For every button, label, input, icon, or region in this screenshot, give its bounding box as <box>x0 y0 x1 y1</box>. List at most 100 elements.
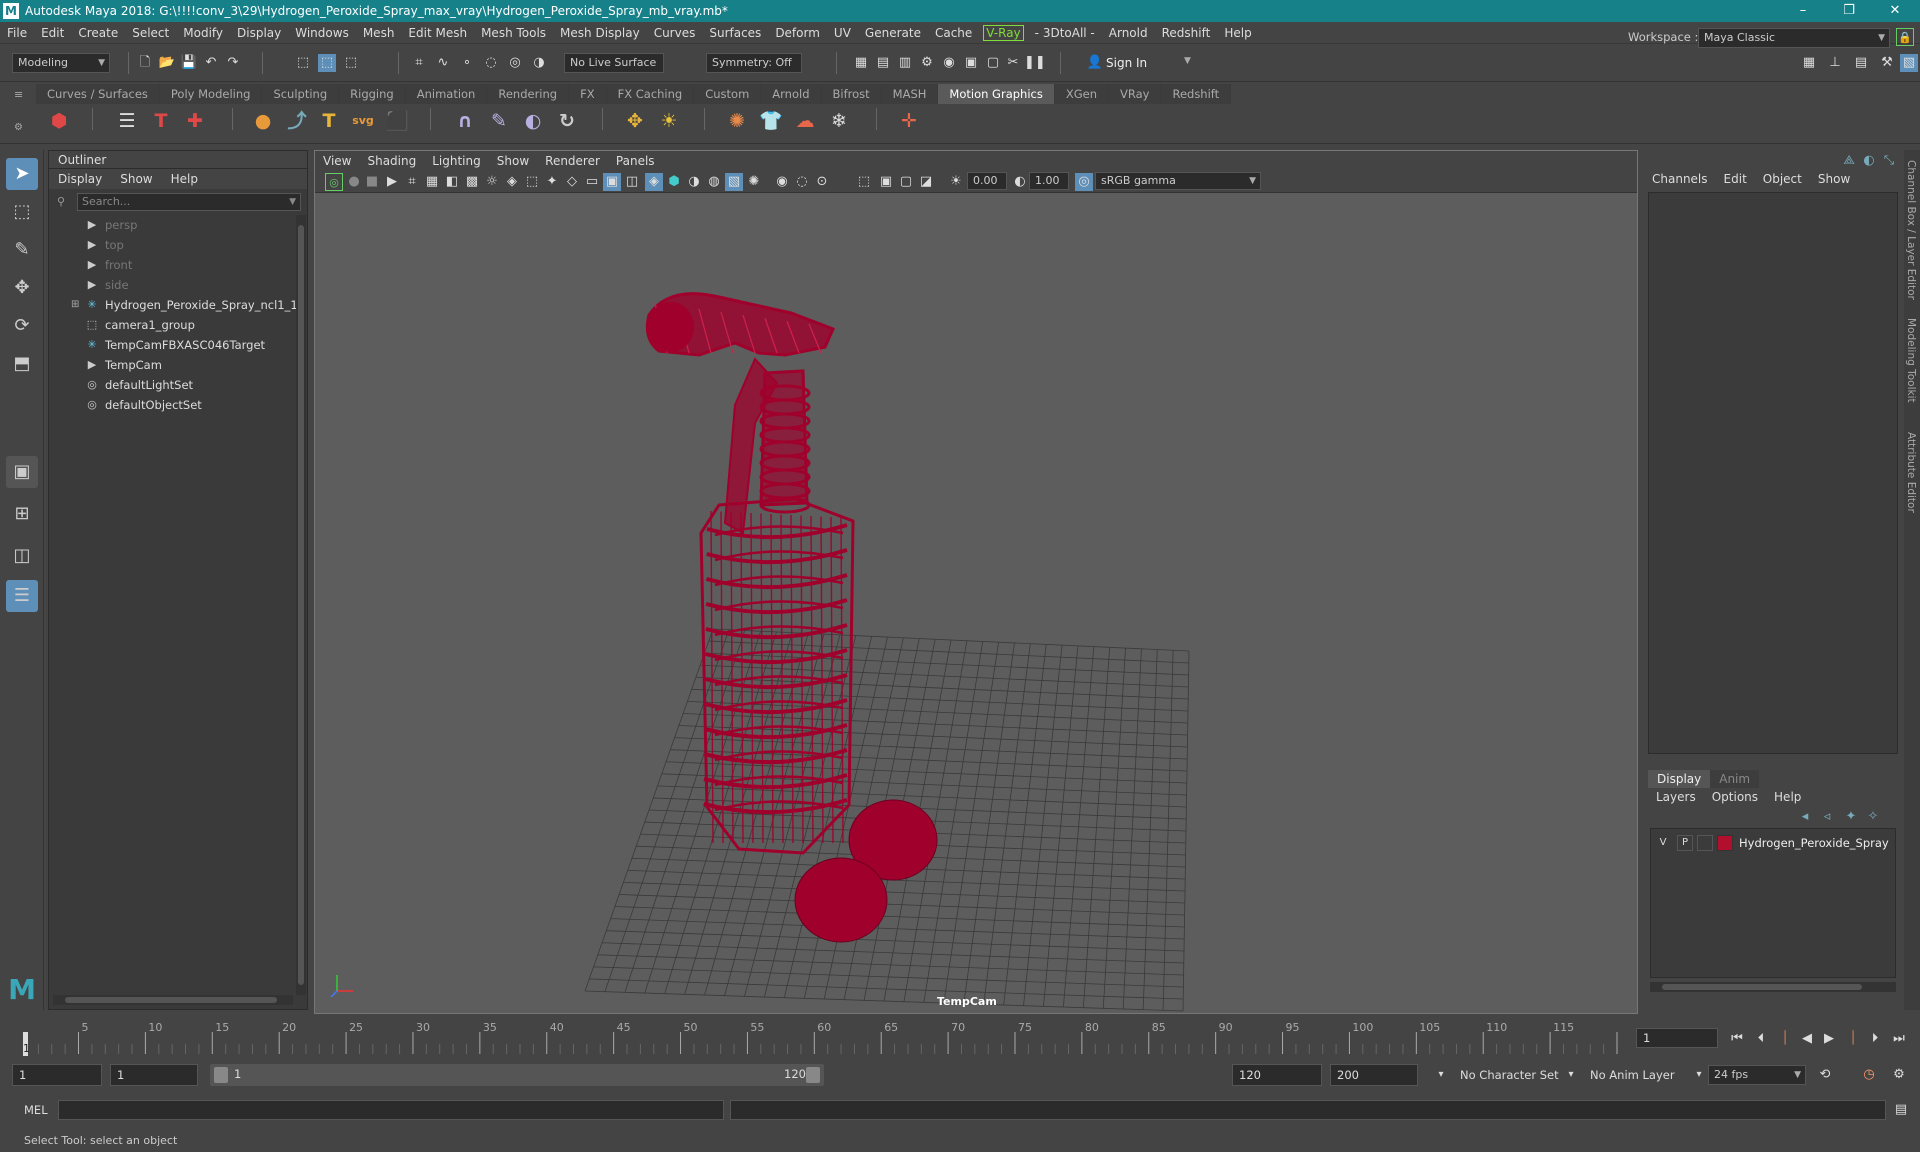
shelf-tab-xgen[interactable]: XGen <box>1054 84 1109 104</box>
time-ruler[interactable]: 5 10 15 20 25 30 35 40 45 50 55 60 65 70 75 80 85 90 95 100… <box>0 1020 1620 1058</box>
menu-mesh[interactable]: Mesh <box>356 26 402 40</box>
sphere-icon[interactable]: ● <box>248 106 278 136</box>
light-icon[interactable]: ☀ <box>654 106 684 136</box>
shelf-tab-rigging[interactable]: Rigging <box>339 84 406 104</box>
viewport-menu-view[interactable]: View <box>315 154 359 168</box>
restore-button[interactable]: ❐ <box>1826 0 1872 22</box>
viewport-menu-show[interactable]: Show <box>489 154 537 168</box>
outliner-item[interactable]: ⊞ ✳ Hydrogen_Peroxide_Spray_ncl1_1 <box>49 295 298 315</box>
snap-grid-icon[interactable]: ⌗ <box>410 54 428 72</box>
move-tool-icon[interactable]: ✥ <box>6 272 38 304</box>
shelf-menu-icon[interactable]: ≡ <box>14 88 23 101</box>
outliner-item[interactable]: ◎ defaultLightSet <box>49 375 295 395</box>
layer-hscroll[interactable] <box>1650 982 1896 992</box>
outliner-menu-display[interactable]: Display <box>49 172 111 186</box>
open-scene-icon[interactable]: 📂 <box>158 54 176 72</box>
shelf-tab-fx[interactable]: FX <box>569 84 607 104</box>
render-settings-icon[interactable]: ⚙ <box>918 54 936 72</box>
channel-pin-icon[interactable]: ⤡ <box>1880 152 1898 170</box>
outliner-item[interactable]: ⬚ camera1_group <box>49 315 295 335</box>
viewport-menu-renderer[interactable]: Renderer <box>537 154 608 168</box>
fps-icon[interactable]: ▾ <box>1690 1066 1708 1084</box>
menu-create[interactable]: Create <box>71 26 125 40</box>
dynamics-icon[interactable]: ✺ <box>722 106 752 136</box>
channel-sync-icon[interactable]: ◐ <box>1860 152 1878 170</box>
scroll-thumb[interactable] <box>1662 984 1862 990</box>
symmetry-dropdown[interactable]: Symmetry: Off <box>706 53 802 73</box>
viewport-canvas[interactable]: TempCam <box>315 193 1637 1013</box>
play-backwards-icon[interactable]: ◀ <box>1798 1030 1816 1048</box>
menu-vray[interactable]: V-Ray <box>983 24 1024 41</box>
rotate-tool-icon[interactable]: ⟳ <box>6 310 38 342</box>
wireframe-icon[interactable]: ▦ <box>423 173 441 191</box>
fluid-icon[interactable]: ☁ <box>790 106 820 136</box>
play-forwards-icon[interactable]: ▶ <box>1820 1030 1838 1048</box>
anim-layer-icon[interactable]: ▾ <box>1562 1066 1580 1084</box>
step-back-frame-icon[interactable]: ⏐ <box>1776 1030 1794 1048</box>
select-tool-icon[interactable]: ➤ <box>6 158 38 190</box>
range-end-handle[interactable] <box>806 1067 820 1083</box>
shelf-tab-curves-surfaces[interactable]: Curves / Surfaces <box>36 84 160 104</box>
render-frame-icon[interactable]: ▤ <box>874 54 892 72</box>
layer-playback-toggle[interactable]: P <box>1677 835 1693 851</box>
start-time-field[interactable]: 1 <box>12 1064 102 1086</box>
snap-options-icon[interactable]: ◑ <box>530 54 548 72</box>
step-forward-frame-icon[interactable]: ⏐ <box>1844 1030 1862 1048</box>
film-gate-icon[interactable]: ▭ <box>583 173 601 191</box>
outliner-item[interactable]: ✳ TempCamFBXASC046Target <box>49 335 295 355</box>
scroll-thumb[interactable] <box>65 997 277 1003</box>
shelf-tab-motion-graphics[interactable]: Motion Graphics <box>938 84 1055 104</box>
ipr-render-icon[interactable]: ▥ <box>896 54 914 72</box>
paint-select-icon[interactable]: ✎ <box>6 234 38 266</box>
grid-icon[interactable]: ⌗ <box>403 173 421 191</box>
tab-display[interactable]: Display <box>1648 770 1711 788</box>
outliner-vscroll[interactable] <box>296 215 306 995</box>
menu-surfaces[interactable]: Surfaces <box>702 26 768 40</box>
tab-channel-box[interactable]: Channel Box / Layer Editor <box>1905 160 1917 300</box>
vray-ipr-icon[interactable]: ▢ <box>984 54 1002 72</box>
chevron-down-icon[interactable]: ▼ <box>1184 56 1191 66</box>
single-view-icon[interactable]: ▣ <box>6 456 38 488</box>
layer-menu-options[interactable]: Options <box>1704 790 1766 804</box>
tab-modeling-toolkit[interactable]: Modeling Toolkit <box>1905 318 1917 403</box>
shelf-tab-mash[interactable]: MASH <box>881 84 939 104</box>
layer-color-swatch[interactable] <box>1717 835 1733 851</box>
channel-menu-show[interactable]: Show <box>1810 172 1858 186</box>
outliner-item[interactable]: ▶ TempCam <box>49 355 295 375</box>
select-hierarchy-icon[interactable]: ⬚ <box>294 54 312 72</box>
channel-filter-icon[interactable]: ⟁ <box>1840 152 1858 170</box>
layer-type-toggle[interactable] <box>1697 835 1713 851</box>
shelf-tab-arnold[interactable]: Arnold <box>761 84 822 104</box>
menu-set-dropdown[interactable]: Modeling ▼ <box>12 53 110 73</box>
outliner-item[interactable]: ▶ top <box>49 235 295 255</box>
range-start-handle[interactable] <box>214 1067 228 1083</box>
shadow-icon[interactable]: ◈ <box>503 173 521 191</box>
new-layer-selected-icon[interactable]: ✧ <box>1864 808 1882 826</box>
channel-menu-channels[interactable]: Channels <box>1644 172 1716 186</box>
viewport-menu-lighting[interactable]: Lighting <box>424 154 489 168</box>
default-material-icon[interactable]: ⬢ <box>665 173 683 191</box>
anim-prefs-icon[interactable]: ⚙ <box>1890 1066 1908 1084</box>
minimize-button[interactable]: – <box>1780 0 1826 22</box>
scene-view[interactable] <box>315 193 1637 1013</box>
panel-layout-icon[interactable]: ▦ <box>1800 54 1818 72</box>
expand-icon[interactable]: ⊞ <box>71 295 79 315</box>
menu-curves[interactable]: Curves <box>647 26 703 40</box>
brush-icon[interactable]: ✎ <box>484 106 514 136</box>
scale-tool-icon[interactable]: ⬒ <box>6 348 38 380</box>
channel-menu-object[interactable]: Object <box>1755 172 1810 186</box>
shelf-tab-fx-caching[interactable]: FX Caching <box>606 84 695 104</box>
snap-point-icon[interactable]: ∘ <box>458 54 476 72</box>
depth-of-field-icon[interactable]: ◌ <box>793 173 811 191</box>
particle-icon[interactable]: ❄ <box>824 106 854 136</box>
cloth-icon[interactable]: 👕 <box>756 106 786 136</box>
four-view-icon[interactable]: ⊞ <box>6 498 38 530</box>
character-set-dropdown[interactable]: No Character Set <box>1460 1068 1559 1082</box>
snap-curve-icon[interactable]: ∿ <box>434 54 452 72</box>
outliner-search-input[interactable]: Search... ▼ <box>77 193 301 211</box>
fps-dropdown[interactable]: 24 fps ▼ <box>1708 1065 1806 1085</box>
new-layer-icon[interactable]: ✦ <box>1842 808 1860 826</box>
loop-icon[interactable]: ⟲ <box>1816 1066 1834 1084</box>
gamma-icon[interactable]: ◐ <box>1011 173 1029 191</box>
step-back-key-icon[interactable]: ⏴ <box>1752 1030 1770 1048</box>
